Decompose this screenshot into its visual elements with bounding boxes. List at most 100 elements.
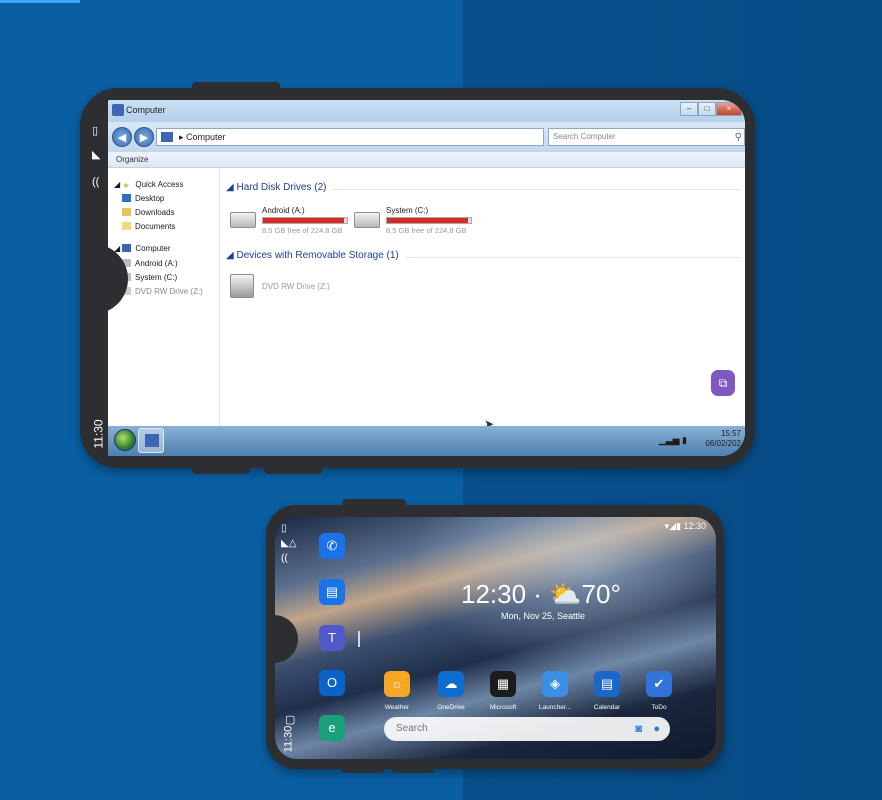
explorer-screen: Computer – □ × ◀ ▶ ▸ Computer Search Com…: [108, 100, 745, 456]
drive-usage-bar: [262, 217, 348, 224]
phone-landscape-device: ▯ ◣ (( 11:30 Computer – □ × ◀ ▶ ▸ Comput…: [80, 82, 755, 474]
nav-item-label: DVD RW Drive (Z:): [135, 287, 203, 296]
device-bottom-button-1: [342, 765, 384, 773]
search-icon[interactable]: ⚲: [735, 130, 742, 146]
minimize-button[interactable]: –: [680, 102, 698, 116]
device-bottom-button-1: [192, 464, 250, 474]
status-bar-right: ▾◢▮ 12:30: [665, 521, 706, 532]
nav-item-label: Computer: [135, 244, 171, 253]
battery-icon: ▯: [92, 125, 99, 137]
wireless-icon: ((: [92, 176, 100, 188]
group-header-hard-disk[interactable]: ◢ Hard Disk Drives (2): [226, 182, 326, 193]
address-separator-icon: ▸: [179, 132, 187, 142]
wireless-icon: ((: [281, 553, 288, 564]
microphone-icon[interactable]: ●: [653, 717, 660, 741]
group-header-removable[interactable]: ◢ Devices with Removable Storage (1): [226, 250, 399, 261]
signal-icon: ◢: [669, 521, 676, 531]
app-weather[interactable]: ☼ Weather: [377, 671, 417, 711]
group-header-label: Hard Disk Drives (2): [236, 182, 327, 193]
recent-apps-icon[interactable]: ▢: [285, 713, 295, 726]
calendar-icon: ▤: [594, 671, 620, 697]
address-bar[interactable]: ▸ Computer: [156, 128, 544, 146]
weather-icon: ☼: [384, 671, 410, 697]
group-divider: [332, 189, 740, 190]
android-home-screen: ▯ ◣△ (( ▾◢▮ 12:30 11:30 ▢ ✆ ▤ T O e 12:3…: [275, 517, 716, 759]
computer-icon: [145, 434, 159, 447]
app-label: OneDrive: [437, 704, 465, 711]
drive-tile-system[interactable]: System (C:) 8.5 GB free of 224.8 GB: [354, 206, 484, 240]
messages-app-icon[interactable]: ▤: [319, 579, 345, 605]
nav-item-label: Desktop: [135, 194, 165, 203]
nav-item-label: System (C:): [135, 273, 178, 282]
device-top-button: [342, 499, 406, 507]
forward-button[interactable]: ▶: [134, 127, 154, 147]
drive-name: Android (A:): [262, 206, 305, 215]
edge-app-icon[interactable]: e: [319, 715, 345, 741]
todo-icon: ✔: [646, 671, 672, 697]
status-time-vertical: 11:30: [282, 725, 295, 753]
teams-app-icon[interactable]: T: [319, 625, 345, 651]
taskbar: ▁▃▅ ▮ 15:57 06/02/202: [108, 426, 745, 456]
signal-icon: ▁▃▅: [658, 435, 680, 445]
signal-icon: ◣△: [281, 538, 297, 549]
launcher-icon: ◈: [542, 671, 568, 697]
floating-window-button[interactable]: ⧉: [711, 370, 735, 396]
taskbar-explorer-button[interactable]: [138, 428, 164, 453]
documents-icon: [122, 222, 131, 230]
search-input[interactable]: Search Computer ⚲: [548, 128, 745, 146]
app-calendar[interactable]: ▤ Calendar: [587, 671, 627, 711]
battery-icon: ▮: [676, 521, 681, 531]
nav-item-downloads[interactable]: Downloads: [122, 208, 175, 217]
clock-weather-widget[interactable]: 12:30 · ⛅70°: [461, 579, 621, 610]
drive-name: System (C:): [386, 206, 429, 215]
collapse-arrow-icon: ◢: [226, 250, 237, 261]
navigation-pane: ◢ ★ Quick Access Desktop Downloads Docume…: [108, 168, 220, 426]
app-launcher[interactable]: ◈ Launcher...: [535, 671, 575, 711]
search-placeholder: Search: [396, 723, 428, 734]
maximize-button[interactable]: □: [698, 102, 716, 116]
phone-android-device: ▯ ◣△ (( ▾◢▮ 12:30 11:30 ▢ ✆ ▤ T O e 12:3…: [266, 499, 724, 773]
nav-item-label: Downloads: [135, 208, 175, 217]
address-toolbar: ◀ ▶ ▸ Computer Search Computer ⚲: [108, 122, 745, 152]
nav-item-dvd-drive[interactable]: DVD RW Drive (Z:): [122, 287, 203, 296]
nav-item-system-drive[interactable]: System (C:): [122, 273, 177, 282]
app-label: Launcher...: [538, 704, 572, 711]
drive-tile-dvd[interactable]: DVD RW Drive (Z:): [230, 274, 360, 308]
nav-item-android-drive[interactable]: Android (A:): [122, 259, 178, 268]
organize-menu[interactable]: Organize: [116, 155, 148, 164]
device-bottom-button-2: [264, 464, 322, 474]
app-label: ToDo: [651, 704, 667, 711]
nav-item-documents[interactable]: Documents: [122, 222, 175, 231]
text-cursor: [358, 631, 360, 647]
window-title: Computer: [126, 105, 166, 115]
computer-icon: [122, 244, 132, 252]
search-placeholder: Search Computer: [553, 132, 616, 141]
close-button[interactable]: ×: [716, 102, 742, 116]
collapse-arrow-icon: ◢: [226, 182, 237, 193]
app-microsoft-folder[interactable]: ▦ Microsoft: [483, 671, 523, 711]
app-folder-icon: ▦: [490, 671, 516, 697]
taskbar-clock[interactable]: 15:57 06/02/202: [705, 429, 741, 449]
nav-item-computer[interactable]: ◢ Computer: [114, 244, 171, 253]
start-button[interactable]: [114, 429, 136, 451]
desktop-icon: [122, 194, 131, 202]
phone-app-icon[interactable]: ✆: [319, 533, 345, 559]
app-onedrive[interactable]: ☁ OneDrive: [431, 671, 471, 711]
app-label: Weather: [384, 704, 410, 711]
app-todo[interactable]: ✔ ToDo: [639, 671, 679, 711]
battery-icon: ▯: [281, 523, 287, 534]
address-text: Computer: [186, 132, 226, 142]
outlook-app-icon[interactable]: O: [319, 670, 345, 696]
app-label: Microsoft: [489, 704, 517, 711]
computer-icon: [161, 132, 173, 142]
app-label: Calendar: [593, 704, 621, 711]
search-bar[interactable]: Search ◙ ●: [384, 717, 670, 741]
camera-icon[interactable]: ◙: [635, 717, 642, 741]
taskbar-time: 15:57: [720, 429, 741, 438]
nav-item-quick-access[interactable]: ◢ ★ Quick Access: [114, 180, 183, 190]
nav-item-desktop[interactable]: Desktop: [122, 194, 164, 203]
drive-usage-fill: [263, 218, 344, 223]
back-button[interactable]: ◀: [112, 127, 132, 147]
drive-tile-android[interactable]: Android (A:) 8.5 GB free of 224.8 GB: [230, 206, 360, 240]
device-top-button: [192, 82, 280, 92]
